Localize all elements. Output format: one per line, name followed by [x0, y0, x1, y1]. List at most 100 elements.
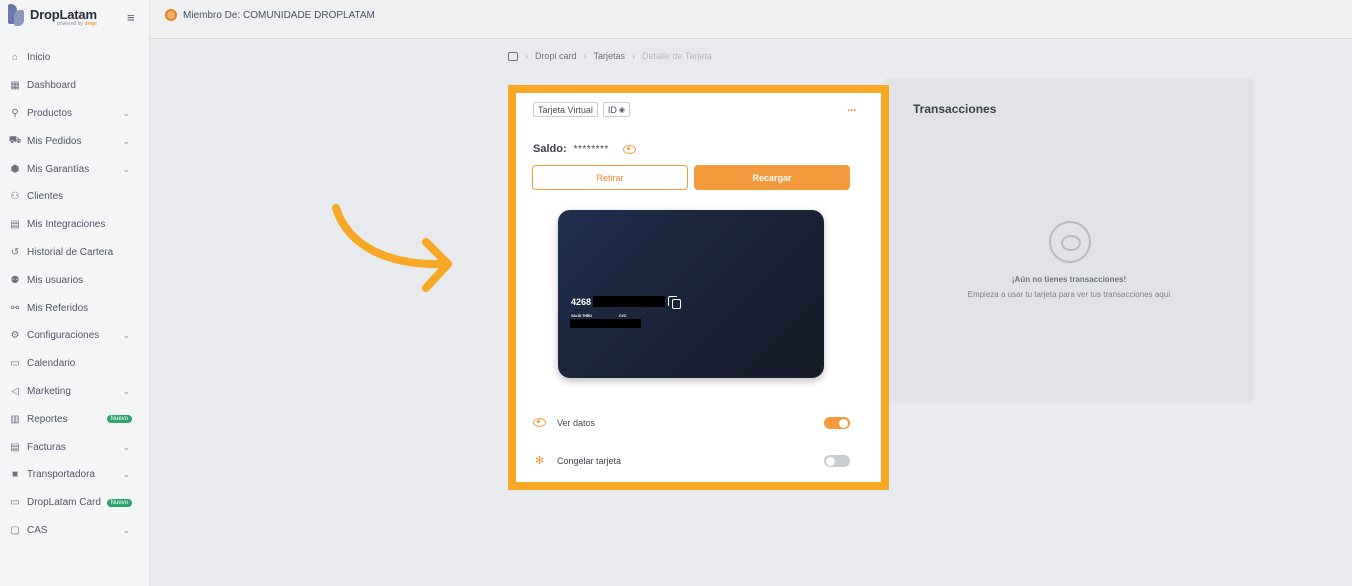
card-id-tag[interactable]: ID ◉ [602, 102, 630, 117]
member-label: Miembro De: COMUNIDADE DROPLATAM [183, 9, 375, 21]
redaction-bar [570, 319, 641, 328]
wallet-icon [508, 51, 518, 61]
valid-thru-label: VALID THRU [571, 314, 592, 318]
referral-icon: ⚯ [10, 302, 20, 314]
chevron-down-icon: ⌄ [122, 163, 130, 174]
chevron-down-icon: ⌄ [122, 469, 130, 480]
view-data-toggle[interactable] [824, 417, 850, 429]
redaction-bar [593, 296, 665, 307]
balance-value: ******** [573, 143, 609, 155]
sidebar-item-droplatam-card[interactable]: ▭ DropLatam Card Nuevo [0, 489, 150, 517]
sidebar-item-label: Mis usuarios [27, 274, 84, 286]
show-balance-eye-icon[interactable] [622, 144, 636, 154]
view-data-label: Ver datos [557, 417, 596, 428]
sidebar-item-label: Marketing [27, 385, 71, 397]
sidebar-item-label: Historial de Cartera [27, 246, 114, 258]
app-subtitle: powered by dropi [57, 21, 97, 27]
chevron-down-icon: ⌄ [122, 135, 130, 146]
sidebar-item-label: Clientes [27, 191, 64, 203]
sidebar-item-configuraciones[interactable]: ⚙ Configuraciones ⌄ [0, 322, 150, 350]
empty-state-subtitle: Empieza a usar tu tarjeta para ver tus t… [967, 290, 1171, 299]
sidebar-item-label: Configuraciones [27, 330, 100, 342]
sidebar-item-mis-referidos[interactable]: ⚯ Mis Referidos [0, 294, 150, 322]
sidebar-item-mis-integraciones[interactable]: ▤ Mis Integraciones [0, 211, 150, 239]
chevron-down-icon: ⌄ [122, 385, 130, 396]
card-type-tag: Tarjeta Virtual [533, 102, 598, 117]
card-detail-panel: Tarjeta Virtual ID ◉ ··· Saldo: ********… [516, 93, 881, 482]
breadcrumb: › Dropi card › Tarjetas › Detalle de Tar… [508, 51, 712, 61]
transactions-title: Transacciones [913, 102, 997, 116]
sidebar-item-label: Mis Garantías [27, 163, 90, 175]
sidebar-item-transportadora[interactable]: ■ Transportadora ⌄ [0, 461, 150, 489]
sidebar-nav: ⌂ Inicio ▦ Dashboard ⚲ Productos ⌄ ⛟ Mis Pedidos… [0, 44, 150, 544]
new-badge: Nuevo [106, 415, 132, 424]
breadcrumb-tarjetas[interactable]: Tarjetas [594, 51, 626, 61]
card-icon: ▭ [10, 497, 20, 509]
empty-state-title: ¡Aún no tienes transacciones! [1011, 275, 1127, 284]
balance-row: Saldo: ******** [533, 143, 636, 155]
gear-icon: ⚙ [10, 330, 20, 342]
freeze-card-row: ✻ Congelar tarjeta [533, 455, 622, 467]
app-name: DropLatam [30, 7, 97, 22]
dashboard-icon: ▦ [10, 80, 20, 92]
home-icon: ⌂ [11, 52, 19, 64]
sidebar-item-historial-de-cartera[interactable]: ↺ Historial de Cartera [0, 239, 150, 267]
sidebar-item-mis-usuarios[interactable]: ⚉ Mis usuarios [0, 266, 150, 294]
chevron-down-icon: ⌄ [122, 524, 130, 535]
megaphone-icon: ◁ [11, 385, 19, 397]
sidebar-item-label: Transportadora [27, 469, 95, 481]
chevron-down-icon: ⌄ [122, 107, 130, 118]
recharge-button[interactable]: Recargar [694, 165, 850, 190]
sidebar-item-label: Reportes [27, 413, 68, 425]
sidebar-item-productos[interactable]: ⚲ Productos ⌄ [0, 100, 150, 128]
copy-icon[interactable] [668, 296, 681, 309]
sidebar-item-facturas[interactable]: ▤ Facturas ⌄ [0, 433, 150, 461]
sidebar-item-calendario[interactable]: ▭ Calendario [0, 350, 150, 378]
sidebar-item-inicio[interactable]: ⌂ Inicio [0, 44, 150, 72]
balance-label: Saldo: [533, 143, 567, 155]
calendar-icon: ▭ [10, 358, 20, 370]
more-options-icon[interactable]: ··· [847, 103, 857, 117]
group-icon: ⚉ [10, 274, 20, 286]
highlight-frame: Tarjeta Virtual ID ◉ ··· Saldo: ********… [508, 85, 889, 490]
shield-icon: ⬢ [10, 163, 20, 175]
chart-icon: ▥ [10, 413, 20, 425]
cart-icon: ⛟ [8, 134, 22, 146]
sidebar: DropLatam powered by dropi ≡ ⌂ Inicio ▦ Das… [0, 0, 150, 586]
member-info: Miembro De: COMUNIDADE DROPLATAM [165, 9, 375, 21]
sidebar-item-mis-garantías[interactable]: ⬢ Mis Garantías ⌄ [0, 155, 150, 183]
sidebar-item-cas[interactable]: ▢ CAS ⌄ [0, 517, 150, 545]
view-data-row: Ver datos [533, 417, 595, 428]
sidebar-item-label: DropLatam Card [27, 497, 101, 509]
sidebar-item-reportes[interactable]: ▥ Reportes Nuevo [0, 405, 150, 433]
eye-icon: ◉ [618, 106, 625, 114]
sidebar-item-marketing[interactable]: ◁ Marketing ⌄ [0, 378, 150, 406]
logo-mark-icon [8, 4, 26, 30]
app-logo[interactable]: DropLatam powered by dropi [8, 4, 97, 30]
sidebar-item-label: Calendario [27, 358, 76, 370]
sidebar-item-label: Productos [27, 107, 73, 119]
sidebar-item-dashboard[interactable]: ▦ Dashboard [0, 72, 150, 100]
breadcrumb-dropi-card[interactable]: Dropi card [535, 51, 577, 61]
snowflake-icon: ✻ [534, 455, 545, 467]
freeze-card-label: Congelar tarjeta [557, 455, 622, 466]
hamburger-icon[interactable]: ≡ [127, 10, 135, 25]
history-icon: ↺ [10, 246, 20, 258]
sidebar-item-label: Inicio [27, 52, 51, 64]
breadcrumb-current: Detalle de Tarjeta [642, 51, 712, 61]
new-badge: Nuevo [106, 498, 132, 507]
topbar: Miembro De: COMUNIDADE DROPLATAM [150, 0, 1352, 39]
freeze-card-toggle[interactable] [824, 455, 850, 467]
chevron-down-icon: ⌄ [122, 441, 130, 452]
sidebar-item-label: Dashboard [27, 80, 76, 92]
withdraw-button[interactable]: Retirar [532, 165, 688, 190]
piggy-bank-icon [1049, 221, 1091, 263]
chevron-down-icon: ⌄ [122, 330, 130, 341]
sidebar-item-label: Facturas [27, 441, 66, 453]
sidebar-item-label: CAS [27, 524, 48, 536]
sidebar-item-clientes[interactable]: ⚇ Clientes [0, 183, 150, 211]
search-icon: ⚲ [11, 107, 19, 119]
sidebar-item-label: Mis Integraciones [27, 219, 106, 231]
virtual-card: 4268 3 VALID THRU CVC [558, 210, 824, 378]
sidebar-item-mis-pedidos[interactable]: ⛟ Mis Pedidos ⌄ [0, 127, 150, 155]
